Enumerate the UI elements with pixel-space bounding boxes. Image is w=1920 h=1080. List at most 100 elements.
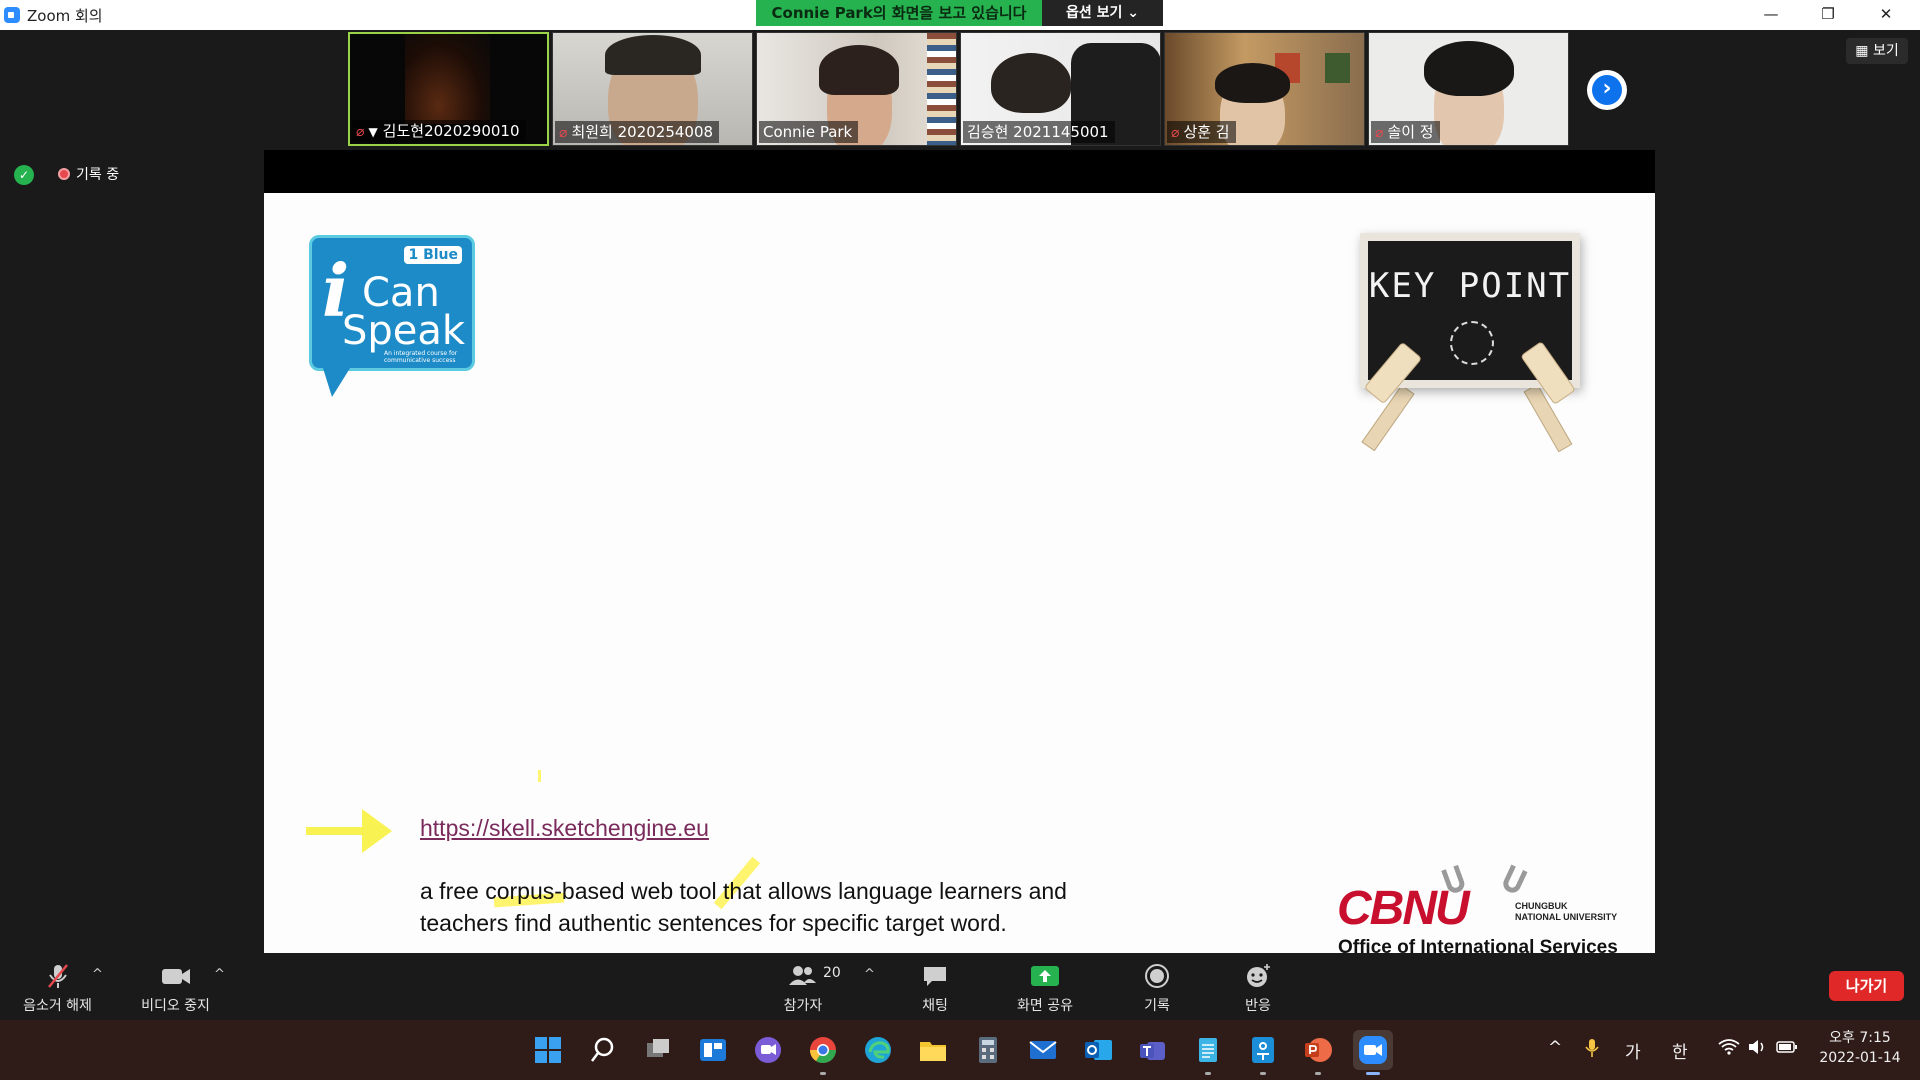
- unmute-button[interactable]: 음소거 해제: [10, 961, 105, 1015]
- description-line: a free corpus-based web tool that allows…: [420, 878, 1067, 904]
- running-indicator: [1205, 1072, 1211, 1075]
- chat-label: 채팅: [922, 998, 948, 1014]
- participant-name: Connie Park: [763, 123, 853, 141]
- view-button-label: 보기: [1872, 43, 1899, 59]
- record-button[interactable]: 기록: [1127, 961, 1187, 1015]
- search-icon[interactable]: [587, 1034, 619, 1066]
- logo-tagline: An integrated course for communicative s…: [384, 350, 458, 364]
- mic-muted-icon: ⌀: [356, 124, 365, 140]
- view-button[interactable]: ▦ 보기: [1846, 38, 1908, 64]
- task-view-icon[interactable]: [642, 1034, 674, 1066]
- minimize-button[interactable]: —: [1743, 0, 1799, 30]
- participant-name-tag: Connie Park: [759, 121, 859, 143]
- volume-icon[interactable]: [1747, 1038, 1767, 1061]
- i-can-speak-logo: 1 Blue i Can Speak An integrated course …: [309, 235, 475, 371]
- participant-name: 김도현2020290010: [382, 122, 520, 140]
- mic-muted-icon: ⌀: [1171, 125, 1180, 141]
- participant-name: 솔이 정: [1387, 123, 1434, 141]
- audio-options-caret[interactable]: ^: [92, 967, 103, 982]
- lightbulb-icon: [1450, 321, 1494, 365]
- zoom-window: Zoom 회의 — ❐ ✕ Connie Park의 화면을 보고 있습니다 옵…: [0, 0, 1920, 1080]
- reactions-label: 반응: [1245, 998, 1271, 1014]
- running-indicator: [1315, 1072, 1321, 1075]
- next-page-button[interactable]: ›: [1587, 70, 1627, 110]
- clock-time: 오후 7:15: [1829, 1030, 1891, 1046]
- logo-badge: 1 Blue: [404, 246, 462, 264]
- outlook-icon[interactable]: [1082, 1034, 1114, 1066]
- recording-label: 기록 중: [76, 167, 120, 183]
- recording-indicator[interactable]: 기록 중: [50, 164, 127, 186]
- stop-video-button[interactable]: 비디오 중지: [128, 961, 223, 1015]
- widgets-icon[interactable]: [697, 1034, 729, 1066]
- video-options-caret[interactable]: ^: [214, 967, 225, 982]
- zoom-taskbar-icon[interactable]: [1353, 1030, 1393, 1070]
- shared-slide: 1 Blue i Can Speak An integrated course …: [264, 193, 1655, 953]
- tray-overflow-chevron[interactable]: ^: [1548, 1038, 1562, 1058]
- reactions-button[interactable]: 반응: [1228, 961, 1288, 1015]
- participants-count: 20: [823, 965, 841, 981]
- cbnu-wordmark: CBNU: [1337, 882, 1470, 935]
- share-screen-icon: [1005, 961, 1085, 991]
- leave-button[interactable]: 나가기: [1829, 971, 1904, 1001]
- participant-name: 김승현 2021145001: [967, 123, 1109, 141]
- grid-icon: ▦: [1855, 43, 1873, 59]
- mic-muted-icon: [10, 961, 105, 991]
- participant-tile[interactable]: ⌀ 솔이 정: [1368, 32, 1569, 146]
- participant-tile[interactable]: 김승현 2021145001: [960, 32, 1161, 146]
- zoom-app-icon: [4, 7, 20, 23]
- powerpoint-icon[interactable]: [1302, 1034, 1334, 1066]
- chat-bubble-icon: [904, 961, 966, 991]
- teams-icon[interactable]: [1137, 1034, 1169, 1066]
- file-explorer-icon[interactable]: [917, 1034, 949, 1066]
- office-name: Office of International Services: [1338, 937, 1618, 953]
- participant-tile[interactable]: ⌀ 상훈 김: [1164, 32, 1365, 146]
- university-name: CHUNGBUK NATIONAL UNIVERSITY: [1515, 901, 1617, 923]
- mic-muted-icon: ⌀: [1375, 125, 1384, 141]
- teams-chat-icon[interactable]: [752, 1034, 784, 1066]
- windows-start-icon[interactable]: [532, 1034, 564, 1066]
- participant-tile[interactable]: ⌀ ▼ 김도현2020290010: [348, 32, 549, 146]
- university-line: NATIONAL UNIVERSITY: [1515, 912, 1618, 922]
- university-line: CHUNGBUK: [1515, 901, 1568, 911]
- share-screen-button[interactable]: 화면 공유: [1005, 961, 1085, 1015]
- pin-icon: ▼: [368, 125, 378, 139]
- calculator-icon[interactable]: [972, 1034, 1004, 1066]
- window-title: Zoom 회의: [27, 7, 103, 25]
- chat-button[interactable]: 채팅: [904, 961, 966, 1015]
- share-screen-label: 화면 공유: [1017, 998, 1073, 1014]
- mic-muted-icon: ⌀: [559, 125, 568, 141]
- battery-icon[interactable]: [1776, 1038, 1798, 1061]
- participant-name-tag: ⌀ 상훈 김: [1167, 121, 1236, 143]
- restore-button[interactable]: ❐: [1800, 0, 1856, 30]
- ime-mode[interactable]: 가: [1625, 1038, 1641, 1063]
- smiley-icon: [1228, 961, 1288, 991]
- participant-name: 최원희 2020254008: [571, 123, 714, 141]
- meeting-toolbar: 음소거 해제 ^ 비디오 중지 ^ 참가자 20 ^ 채팅 화면 공유 기록 반: [0, 955, 1920, 1020]
- participants-label: 참가자: [783, 998, 823, 1014]
- skell-link[interactable]: https://skell.sketchengine.eu: [420, 815, 709, 842]
- participant-name-tag: ⌀ ▼ 김도현2020290010: [352, 120, 526, 142]
- key-point-text: KEY POINT: [1368, 266, 1572, 306]
- running-indicator: [1260, 1072, 1266, 1075]
- microphone-tray-icon[interactable]: [1584, 1038, 1600, 1063]
- participant-tile[interactable]: ⌀ 최원희 2020254008: [552, 32, 753, 146]
- wifi-icon[interactable]: [1718, 1038, 1740, 1061]
- security-shield-icon[interactable]: ✓: [14, 165, 34, 185]
- view-options-button[interactable]: 옵션 보기 ⌄: [1042, 0, 1163, 26]
- participants-options-caret[interactable]: ^: [864, 967, 875, 982]
- participant-name-tag: 김승현 2021145001: [963, 121, 1115, 143]
- chrome-icon[interactable]: [807, 1034, 839, 1066]
- edge-icon[interactable]: [862, 1034, 894, 1066]
- notepad-icon[interactable]: [1192, 1034, 1224, 1066]
- system-clock[interactable]: 오후 7:15 2022-01-14: [1810, 1028, 1910, 1068]
- record-label: 기록: [1144, 998, 1170, 1014]
- shared-screen-top-bar: [264, 150, 1655, 193]
- yellow-arrow-icon: [306, 809, 392, 853]
- ime-language[interactable]: 한: [1672, 1038, 1688, 1063]
- video-camera-icon: [128, 961, 223, 991]
- close-button[interactable]: ✕: [1858, 0, 1914, 30]
- hangul-word-icon[interactable]: [1247, 1034, 1279, 1066]
- description-line: teachers find authentic sentences for sp…: [420, 910, 1007, 936]
- mail-icon[interactable]: [1027, 1034, 1059, 1066]
- participant-tile[interactable]: Connie Park: [756, 32, 957, 146]
